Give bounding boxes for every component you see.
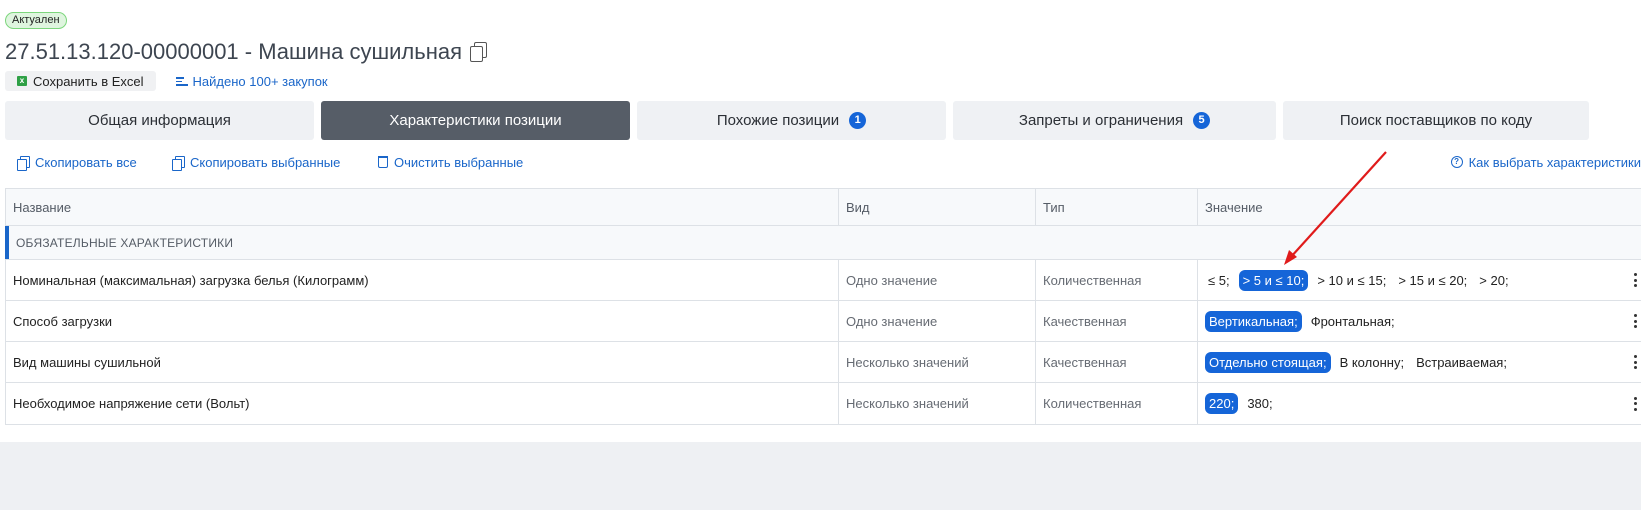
- found-purchases-link[interactable]: Найдено 100+ закупок: [175, 73, 328, 89]
- page-title: 27.51.13.120-00000001 - Машина сушильная: [5, 39, 462, 64]
- value-chip[interactable]: > 10 и ≤ 15;: [1314, 273, 1389, 288]
- how-to-choose-label: Как выбрать характеристики: [1468, 154, 1641, 170]
- row-kind: Одно значение: [839, 260, 1036, 300]
- table-row: Номинальная (максимальная) загрузка бель…: [6, 260, 1641, 301]
- value-chip-selected[interactable]: > 5 и ≤ 10;: [1238, 269, 1309, 291]
- value-chip[interactable]: > 15 и ≤ 20;: [1395, 273, 1470, 288]
- group-header: ОБЯЗАТЕЛЬНЫЕ ХАРАКТЕРИСТИКИ: [5, 226, 1641, 260]
- tab-general[interactable]: Общая информация: [5, 101, 314, 140]
- characteristics-table: Название Вид Тип Значение ОБЯЗАТЕЛЬНЫЕ Х…: [5, 188, 1641, 425]
- copy-all-label: Скопировать все: [35, 154, 137, 170]
- status-badge: Актуален: [5, 12, 67, 29]
- value-chips: Отдельно стоящая; В колонну; Встраиваема…: [1205, 351, 1510, 373]
- row-values: Отдельно стоящая; В колонну; Встраиваема…: [1198, 342, 1641, 382]
- copy-icon[interactable]: [470, 42, 488, 62]
- value-chip[interactable]: Встраиваемая;: [1413, 355, 1510, 370]
- value-chip[interactable]: 380;: [1244, 396, 1275, 411]
- save-excel-button[interactable]: x Сохранить в Excel: [5, 71, 156, 91]
- value-chips: ≤ 5; > 5 и ≤ 10; > 10 и ≤ 15; > 15 и ≤ 2…: [1205, 269, 1512, 291]
- tab-label: Похожие позиции: [716, 112, 840, 129]
- trash-icon: [378, 156, 388, 168]
- row-name: Вид машины сушильной: [6, 342, 839, 382]
- more-icon[interactable]: [1633, 273, 1637, 287]
- row-values: Вертикальная; Фронтальная;: [1198, 301, 1641, 341]
- tab-characteristics[interactable]: Характеристики позиции: [321, 101, 630, 140]
- table-row: Способ загрузки Одно значение Качественн…: [6, 301, 1641, 342]
- excel-icon: x: [17, 76, 27, 86]
- value-chips: Вертикальная; Фронтальная;: [1205, 310, 1398, 332]
- row-type: Качественная: [1036, 342, 1198, 382]
- value-chip[interactable]: > 20;: [1476, 273, 1511, 288]
- table-toolbar: Скопировать все Скопировать выбранные Оч…: [17, 153, 1641, 171]
- more-icon[interactable]: [1633, 355, 1637, 369]
- save-excel-label: Сохранить в Excel: [33, 73, 144, 89]
- copy-icon: [172, 155, 185, 171]
- footer-area: [0, 442, 1641, 510]
- value-chip[interactable]: Фронтальная;: [1308, 314, 1398, 329]
- table-row: Необходимое напряжение сети (Вольт) Неск…: [6, 383, 1641, 424]
- tab-label: Характеристики позиции: [389, 112, 562, 129]
- header-value: Значение: [1205, 199, 1263, 215]
- row-values: ≤ 5; > 5 и ≤ 10; > 10 и ≤ 15; > 15 и ≤ 2…: [1198, 260, 1641, 300]
- actions-row: x Сохранить в Excel Найдено 100+ закупок: [5, 70, 328, 92]
- table-header: Название Вид Тип Значение: [6, 189, 1641, 226]
- header-kind: Вид: [839, 189, 1036, 225]
- row-type: Количественная: [1036, 383, 1198, 424]
- value-chip[interactable]: В колонну;: [1337, 355, 1408, 370]
- tab-label: Поиск поставщиков по коду: [1339, 112, 1533, 129]
- value-chip[interactable]: ≤ 5;: [1205, 273, 1233, 288]
- header-name: Название: [6, 189, 839, 225]
- title-row: 27.51.13.120-00000001 - Машина сушильная: [5, 38, 488, 66]
- tab-count-badge: 5: [1193, 112, 1211, 129]
- tab-count-badge: 1: [849, 112, 867, 129]
- tab-restrictions[interactable]: Запреты и ограничения 5: [953, 101, 1276, 140]
- row-kind: Несколько значений: [839, 342, 1036, 382]
- help-icon: ?: [1450, 156, 1463, 168]
- row-type: Количественная: [1036, 260, 1198, 300]
- more-icon[interactable]: [1633, 314, 1637, 328]
- value-chip-selected[interactable]: Отдельно стоящая;: [1205, 351, 1331, 373]
- tab-supplier-search[interactable]: Поиск поставщиков по коду: [1283, 101, 1589, 140]
- value-chips: 220; 380;: [1205, 393, 1276, 414]
- clear-selected-label: Очистить выбранные: [394, 154, 524, 170]
- copy-selected-button[interactable]: Скопировать выбранные: [172, 153, 340, 171]
- copy-all-button[interactable]: Скопировать все: [17, 153, 137, 171]
- row-kind: Одно значение: [839, 301, 1036, 341]
- tab-similar[interactable]: Похожие позиции 1: [637, 101, 946, 140]
- header-type: Тип: [1036, 189, 1198, 225]
- table-row: Вид машины сушильной Несколько значений …: [6, 342, 1641, 383]
- row-name: Способ загрузки: [6, 301, 839, 341]
- copy-icon: [17, 155, 30, 171]
- row-name: Номинальная (максимальная) загрузка бель…: [6, 260, 839, 300]
- list-search-icon: [175, 76, 188, 86]
- value-chip-selected[interactable]: 220;: [1205, 393, 1239, 414]
- found-purchases-label: Найдено 100+ закупок: [192, 73, 328, 89]
- copy-selected-label: Скопировать выбранные: [190, 154, 341, 170]
- row-type: Качественная: [1036, 301, 1198, 341]
- value-chip-selected[interactable]: Вертикальная;: [1205, 310, 1302, 332]
- tabs: Общая информация Характеристики позиции …: [5, 101, 1589, 140]
- row-name: Необходимое напряжение сети (Вольт): [6, 383, 839, 424]
- page: Актуален 27.51.13.120-00000001 - Машина …: [0, 0, 1641, 510]
- row-values: 220; 380;: [1198, 383, 1641, 424]
- how-to-choose-link[interactable]: ? Как выбрать характеристики: [1450, 153, 1641, 171]
- tab-label: Общая информация: [88, 112, 231, 129]
- row-kind: Несколько значений: [839, 383, 1036, 424]
- more-icon[interactable]: [1633, 396, 1637, 411]
- clear-selected-button[interactable]: Очистить выбранные: [378, 153, 523, 171]
- tab-label: Запреты и ограничения: [1018, 112, 1184, 129]
